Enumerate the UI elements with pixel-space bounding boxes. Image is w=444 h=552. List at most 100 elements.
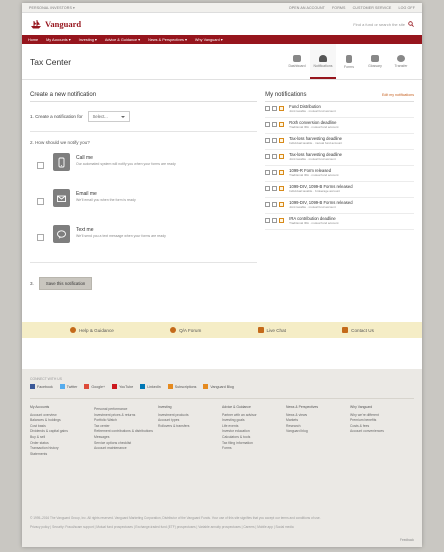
edit-icon[interactable] (265, 218, 271, 223)
twitter-icon (59, 384, 65, 389)
edit-icon[interactable] (265, 154, 271, 159)
footer-link[interactable]: Account conveniences (350, 429, 414, 435)
google-plus-link[interactable]: Google+ (84, 384, 105, 389)
notification-item[interactable]: Tax-loss harvesting deadline Joint taxabl… (265, 150, 414, 166)
option-email: Email me We'll email you when the form is… (30, 189, 257, 217)
legal-links[interactable]: Privacy policy | Security: Fraud/scam su… (30, 525, 360, 530)
edit-icon[interactable] (265, 170, 271, 175)
notification-item[interactable]: Tax-loss harvesting deadline Individual t… (265, 134, 414, 150)
footer-link[interactable]: Vanguard blog (286, 429, 350, 435)
bell-icon (279, 122, 285, 127)
live-chat-link[interactable]: Live Chat (257, 327, 286, 333)
footer-column-heading[interactable]: Why Vanguard (350, 405, 414, 411)
youtube-link[interactable]: YouTube (112, 384, 133, 389)
nav-investing[interactable]: Investing ▾ (79, 37, 97, 42)
legal-text: © 1995–2016 The Vanguard Group, Inc. All… (30, 516, 414, 542)
linkedin-link[interactable]: LinkedIn (140, 384, 161, 389)
facebook-link[interactable]: Facebook (30, 384, 53, 389)
email-checkbox[interactable] (37, 198, 44, 205)
notification-item[interactable]: 1099-DIV, 1099-B Forms released Joint tax… (265, 198, 414, 214)
forms-link[interactable]: FORMS (332, 6, 345, 10)
linkedin-icon (140, 384, 146, 389)
delete-icon[interactable] (272, 106, 278, 111)
subscriptions-link[interactable]: Subscriptions (167, 384, 196, 389)
footer-link[interactable]: Forms (222, 446, 286, 452)
footer-column-heading[interactable]: News & Perspectives (286, 405, 350, 411)
social-links: Facebook Twitter Google+ YouTube LinkedI… (30, 384, 414, 389)
email-title: Email me (76, 191, 97, 197)
tab-label: Dashboard (288, 64, 306, 68)
copyright: © 1995–2016 The Vanguard Group, Inc. All… (30, 516, 321, 520)
delete-icon[interactable] (272, 218, 278, 223)
qa-forum-link[interactable]: Q/A Forum (170, 327, 201, 333)
delete-icon[interactable] (272, 170, 278, 175)
notification-item[interactable]: 1099-DIV, 1099-B Forms released Individua… (265, 182, 414, 198)
edit-icon[interactable] (265, 106, 271, 111)
tab-dashboard[interactable]: Dashboard (284, 44, 310, 79)
forum-icon (170, 327, 177, 333)
customer-service-link[interactable]: CUSTOMER SERVICE (353, 6, 392, 10)
edit-icon[interactable] (265, 186, 271, 191)
notification-account: Traditional IRA · mutual fund account (289, 173, 339, 178)
transfer-icon (397, 55, 405, 62)
notification-item[interactable]: IRA contribution deadline Traditional IRA… (265, 214, 414, 230)
footer-column: Advice & Guidance Partner with an advisor… (222, 405, 286, 457)
tab-forms[interactable]: Forms (336, 44, 362, 79)
nav-home[interactable]: Home (28, 38, 38, 42)
tab-transfer[interactable]: Transfer (388, 44, 414, 79)
log-off-link[interactable]: LOG OFF (399, 6, 415, 10)
call-desc: Our automated system will notify you whe… (76, 162, 176, 166)
search-icon[interactable] (408, 21, 414, 27)
delete-icon[interactable] (272, 154, 278, 159)
vanguard-logo[interactable]: Vanguard (30, 19, 81, 29)
footer-link[interactable]: Rollovers & transfers (158, 424, 222, 430)
personal-investors-menu[interactable]: PERSONAL INVESTORS ▾ (29, 6, 75, 10)
notification-type-select[interactable]: Select... (87, 111, 130, 122)
delete-icon[interactable] (272, 138, 278, 143)
step-3: 3. Save this notification (30, 277, 257, 290)
search-input[interactable]: Find a fund or search the site (353, 22, 405, 27)
option-call: Call me Our automated system will notify … (30, 153, 257, 181)
page: PERSONAL INVESTORS ▾ OPEN AN ACCOUNT FOR… (22, 3, 422, 547)
save-notification-button[interactable]: Save this notification (38, 277, 93, 290)
feedback-link[interactable]: Feedback (400, 538, 414, 543)
bell-icon (279, 186, 285, 191)
tab-notifications[interactable]: Notifications (310, 44, 336, 79)
notification-item[interactable]: 1099-R Form released Traditional IRA · mu… (265, 166, 414, 182)
nav-news[interactable]: News & Perspectives ▾ (148, 37, 187, 42)
call-checkbox[interactable] (37, 162, 44, 169)
delete-icon[interactable] (272, 186, 278, 191)
edit-icon[interactable] (265, 202, 271, 207)
delete-icon[interactable] (272, 122, 278, 127)
notification-item[interactable]: Roth conversion deadline Traditional IRA … (265, 118, 414, 134)
twitter-link[interactable]: Twitter (59, 384, 77, 389)
footer-link[interactable]: Account maintenance (94, 446, 158, 452)
vanguard-blog-link[interactable]: Vanguard Blog (203, 384, 234, 389)
help-guidance-link[interactable]: Help & Guidance (70, 327, 114, 333)
forms-icon (346, 54, 352, 63)
social-label: LinkedIn (147, 384, 161, 389)
option-text: Text me We'll send you a text message whe… (30, 225, 257, 253)
site-search[interactable]: Find a fund or search the site (353, 21, 414, 27)
edit-icon[interactable] (265, 138, 271, 143)
text-checkbox[interactable] (37, 234, 44, 241)
footer-column-heading[interactable]: Advice & Guidance (222, 405, 286, 411)
tab-glossary[interactable]: Glossary (362, 44, 388, 79)
footer-link[interactable]: Statements (30, 452, 94, 458)
page-header: Tax Center Dashboard Notifications Forms… (22, 44, 422, 80)
delete-icon[interactable] (272, 202, 278, 207)
nav-advice[interactable]: Advice & Guidance ▾ (105, 37, 140, 42)
nav-why-vanguard[interactable]: Why Vanguard ▾ (195, 37, 223, 42)
band-label: Help & Guidance (79, 327, 114, 333)
open-account-link[interactable]: OPEN AN ACCOUNT (289, 6, 325, 10)
notification-account: Traditional IRA · mutual fund account (289, 125, 339, 130)
footer-column-heading[interactable]: Investing (158, 405, 222, 411)
footer-column: Investing Investment products Account type… (158, 405, 222, 457)
chat-icon (257, 327, 264, 333)
nav-my-accounts[interactable]: My Accounts ▾ (46, 37, 71, 42)
edit-icon[interactable] (265, 122, 271, 127)
edit-notifications-link[interactable]: Edit my notifications (382, 93, 414, 97)
contact-us-link[interactable]: Contact Us (342, 327, 374, 333)
footer-column-heading[interactable]: My Accounts (30, 405, 94, 411)
notification-item[interactable]: Fund Distribution Joint taxable · mutual … (265, 102, 414, 118)
